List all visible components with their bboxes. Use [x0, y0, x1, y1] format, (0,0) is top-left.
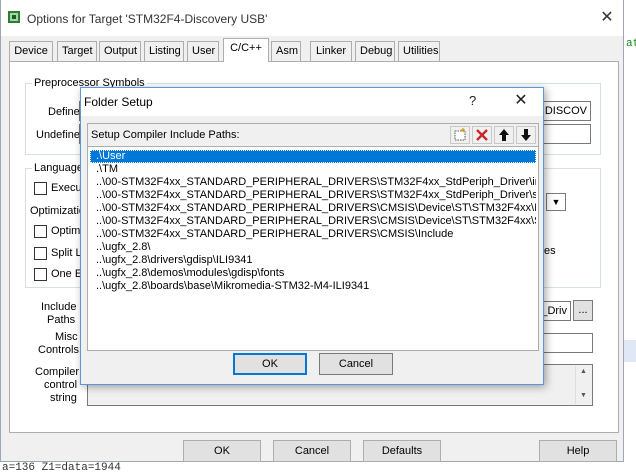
include-paths-list[interactable]: .\User .\TM ..\00-STM32F4xx_STANDARD_PER… [88, 147, 538, 350]
execute-label: Execu [51, 182, 82, 194]
list-item[interactable]: ..\ugfx_2.8\boards\base\Mikromedia-STM32… [90, 280, 536, 293]
list-item[interactable]: ..\00-STM32F4xx_STANDARD_PERIPHERAL_DRIV… [90, 202, 536, 215]
define-label: Define [48, 106, 80, 118]
include-paths-list-frame: Setup Compiler Include Paths: .\User .\T… [87, 123, 539, 351]
new-folder-icon [454, 128, 466, 141]
include-paths-browse-button[interactable]: ... [573, 300, 593, 321]
tab-listing[interactable]: Listing [144, 41, 184, 61]
arrow-down-icon [521, 129, 531, 141]
list-item[interactable]: ..\00-STM32F4xx_STANDARD_PERIPHERAL_DRIV… [90, 176, 536, 189]
execute-checkbox[interactable] [34, 182, 47, 195]
defaults-button[interactable]: Defaults [363, 440, 441, 462]
dialog-ok-button[interactable]: OK [233, 353, 307, 375]
misc-label: Misc [55, 331, 78, 343]
list-header: Setup Compiler Include Paths: [88, 124, 538, 147]
tab-debug[interactable]: Debug [355, 41, 395, 61]
editor-text-fragment: at [626, 38, 636, 50]
list-item[interactable]: .\TM [90, 163, 536, 176]
tab-utilities[interactable]: Utilities [398, 41, 440, 61]
optimize-label: Optimi [51, 225, 83, 237]
string-label: string [50, 392, 77, 404]
tab-device[interactable]: Device [9, 41, 53, 61]
tab-c-cpp[interactable]: C/C++ [223, 38, 269, 62]
list-item[interactable]: ..\00-STM32F4xx_STANDARD_PERIPHERAL_DRIV… [90, 215, 536, 228]
compiler-string-scrollbar[interactable]: ▲ ▼ [575, 366, 591, 404]
editor-background-right [624, 0, 636, 475]
include-label: Include [41, 301, 77, 313]
folder-setup-dialog: Folder Setup ? ✕ Setup Compiler Include … [80, 87, 544, 385]
window-title: Options for Target 'STM32F4-Discovery US… [27, 12, 268, 26]
list-item[interactable]: .\User [90, 150, 536, 163]
split-checkbox[interactable] [34, 247, 47, 260]
close-icon[interactable]: ✕ [597, 8, 617, 28]
list-item[interactable]: ..\ugfx_2.8\drivers\gdisp\ILI9341 [90, 254, 536, 267]
cancel-button[interactable]: Cancel [273, 440, 351, 462]
editor-text-line: a=136 Z1=data=1944 [0, 462, 636, 475]
list-item[interactable]: ..\ugfx_2.8\demos\modules\gdisp\fonts [90, 267, 536, 280]
split-label: Split L [51, 247, 82, 259]
new-folder-button[interactable] [450, 126, 470, 144]
dialog-titlebar: Folder Setup ? ✕ [81, 88, 543, 116]
list-item[interactable]: ..\00-STM32F4xx_STANDARD_PERIPHERAL_DRIV… [90, 228, 536, 241]
one-elf-label: One E [51, 268, 83, 280]
app-icon [8, 11, 20, 23]
move-up-button[interactable] [494, 126, 514, 144]
help-button[interactable]: Help [539, 440, 617, 462]
list-item[interactable]: ..\00-STM32F4xx_STANDARD_PERIPHERAL_DRIV… [90, 189, 536, 202]
undefine-label: Undefine [36, 129, 81, 141]
dialog-title: Folder Setup [84, 95, 153, 109]
control-label: control [44, 379, 78, 391]
option-label-fragment: es [544, 245, 556, 257]
list-header-label: Setup Compiler Include Paths: [91, 129, 240, 141]
help-icon[interactable]: ? [469, 93, 476, 108]
window-titlebar: Options for Target 'STM32F4-Discovery US… [1, 0, 623, 36]
controls-label: Controls [38, 344, 79, 356]
language-legend: Language [32, 162, 85, 174]
tab-asm[interactable]: Asm [271, 41, 301, 61]
move-down-button[interactable] [516, 126, 536, 144]
dialog-cancel-button[interactable]: Cancel [319, 353, 393, 375]
ok-button[interactable]: OK [183, 440, 261, 462]
tab-output[interactable]: Output [99, 41, 141, 61]
optimization-label: Optimizatio [30, 205, 86, 217]
compiler-label: Compiler [35, 366, 80, 378]
one-elf-checkbox[interactable] [34, 268, 47, 281]
delete-icon [476, 129, 488, 141]
tab-linker[interactable]: Linker [310, 41, 352, 61]
optimization-dropdown-arrow[interactable]: ▼ [546, 193, 566, 211]
optimize-checkbox[interactable] [34, 225, 47, 238]
tab-user[interactable]: User [187, 41, 219, 61]
paths-label: Paths [47, 314, 76, 326]
arrow-up-icon [499, 129, 509, 141]
tab-target[interactable]: Target [57, 41, 97, 61]
close-icon[interactable]: ✕ [511, 91, 531, 111]
delete-button[interactable] [472, 126, 492, 144]
list-item[interactable]: ..\ugfx_2.8\ [90, 241, 536, 254]
